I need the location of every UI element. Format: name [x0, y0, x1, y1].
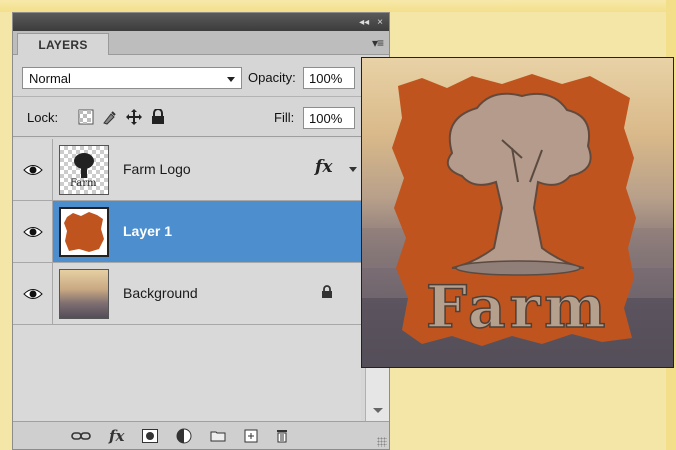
scroll-down-icon[interactable]	[373, 408, 383, 413]
layer-style-icon[interactable]: fx	[109, 427, 124, 445]
landscape-thumbnail	[59, 269, 109, 319]
farm-logo-thumbnail-text: Farm	[70, 178, 97, 189]
layer-name[interactable]: Layer 1	[123, 223, 172, 239]
lock-icons	[77, 108, 167, 126]
layer-row-farm-logo[interactable]: Farm Farm Logo fx	[13, 139, 361, 201]
background-frame-top	[0, 0, 676, 12]
panel-tabbar: LAYERS ▾≡	[13, 31, 389, 55]
opacity-label: Opacity:	[248, 70, 296, 85]
layer-effects-icon[interactable]: fx	[315, 157, 332, 177]
layer-name[interactable]: Background	[123, 285, 198, 301]
lock-position-icon[interactable]	[125, 108, 143, 126]
layers-list: Farm Farm Logo fx Layer 1 Background	[13, 139, 361, 423]
lock-transparent-pixels-icon[interactable]	[77, 108, 95, 126]
visibility-eye-icon[interactable]	[13, 263, 53, 324]
panel-titlebar: ◂◂ ×	[13, 13, 389, 31]
lock-image-pixels-icon[interactable]	[101, 108, 119, 126]
fill-field[interactable]: 100%	[303, 107, 355, 129]
layer-row-layer-1[interactable]: Layer 1	[13, 201, 361, 263]
expand-effects-icon[interactable]	[349, 167, 357, 172]
collapse-panel-icon[interactable]: ◂◂	[359, 17, 369, 28]
farm-logo-thumbnail: Farm	[59, 145, 109, 195]
layer-name[interactable]: Farm Logo	[123, 161, 191, 177]
layer-locked-icon	[321, 285, 333, 304]
farm-logo-text: Farm	[425, 272, 610, 342]
close-panel-icon[interactable]: ×	[377, 17, 383, 28]
new-group-icon[interactable]	[210, 427, 226, 445]
blend-mode-value: Normal	[29, 71, 71, 86]
resize-grip-icon[interactable]	[377, 437, 387, 447]
layer-row-background[interactable]: Background	[13, 263, 361, 325]
delete-layer-icon[interactable]	[276, 427, 288, 445]
link-layers-icon[interactable]	[71, 427, 91, 445]
layers-panel: ◂◂ × LAYERS ▾≡ Normal Opacity: 100% Lock…	[12, 12, 390, 450]
visibility-eye-icon[interactable]	[13, 139, 53, 200]
chevron-down-icon	[227, 77, 235, 82]
fill-label: Fill:	[274, 110, 295, 125]
panel-menu-icon[interactable]: ▾≡	[372, 36, 384, 50]
lock-label: Lock:	[27, 110, 59, 125]
blend-mode-dropdown[interactable]: Normal	[22, 67, 242, 89]
canvas-preview: Farm	[361, 57, 674, 368]
lock-options-row: Lock: Fill: 100%	[13, 99, 389, 137]
blend-options-row: Normal Opacity: 100%	[13, 59, 389, 97]
tab-layers[interactable]: LAYERS	[17, 33, 109, 55]
lock-all-icon[interactable]	[149, 108, 167, 126]
layers-toolbar: fx	[13, 421, 389, 449]
visibility-eye-icon[interactable]	[13, 201, 53, 262]
new-layer-icon[interactable]	[244, 427, 258, 445]
add-mask-icon[interactable]	[142, 427, 159, 445]
orange-patch-thumbnail	[59, 207, 109, 257]
opacity-field[interactable]: 100%	[303, 67, 355, 89]
adjustment-layer-icon[interactable]	[176, 427, 192, 445]
